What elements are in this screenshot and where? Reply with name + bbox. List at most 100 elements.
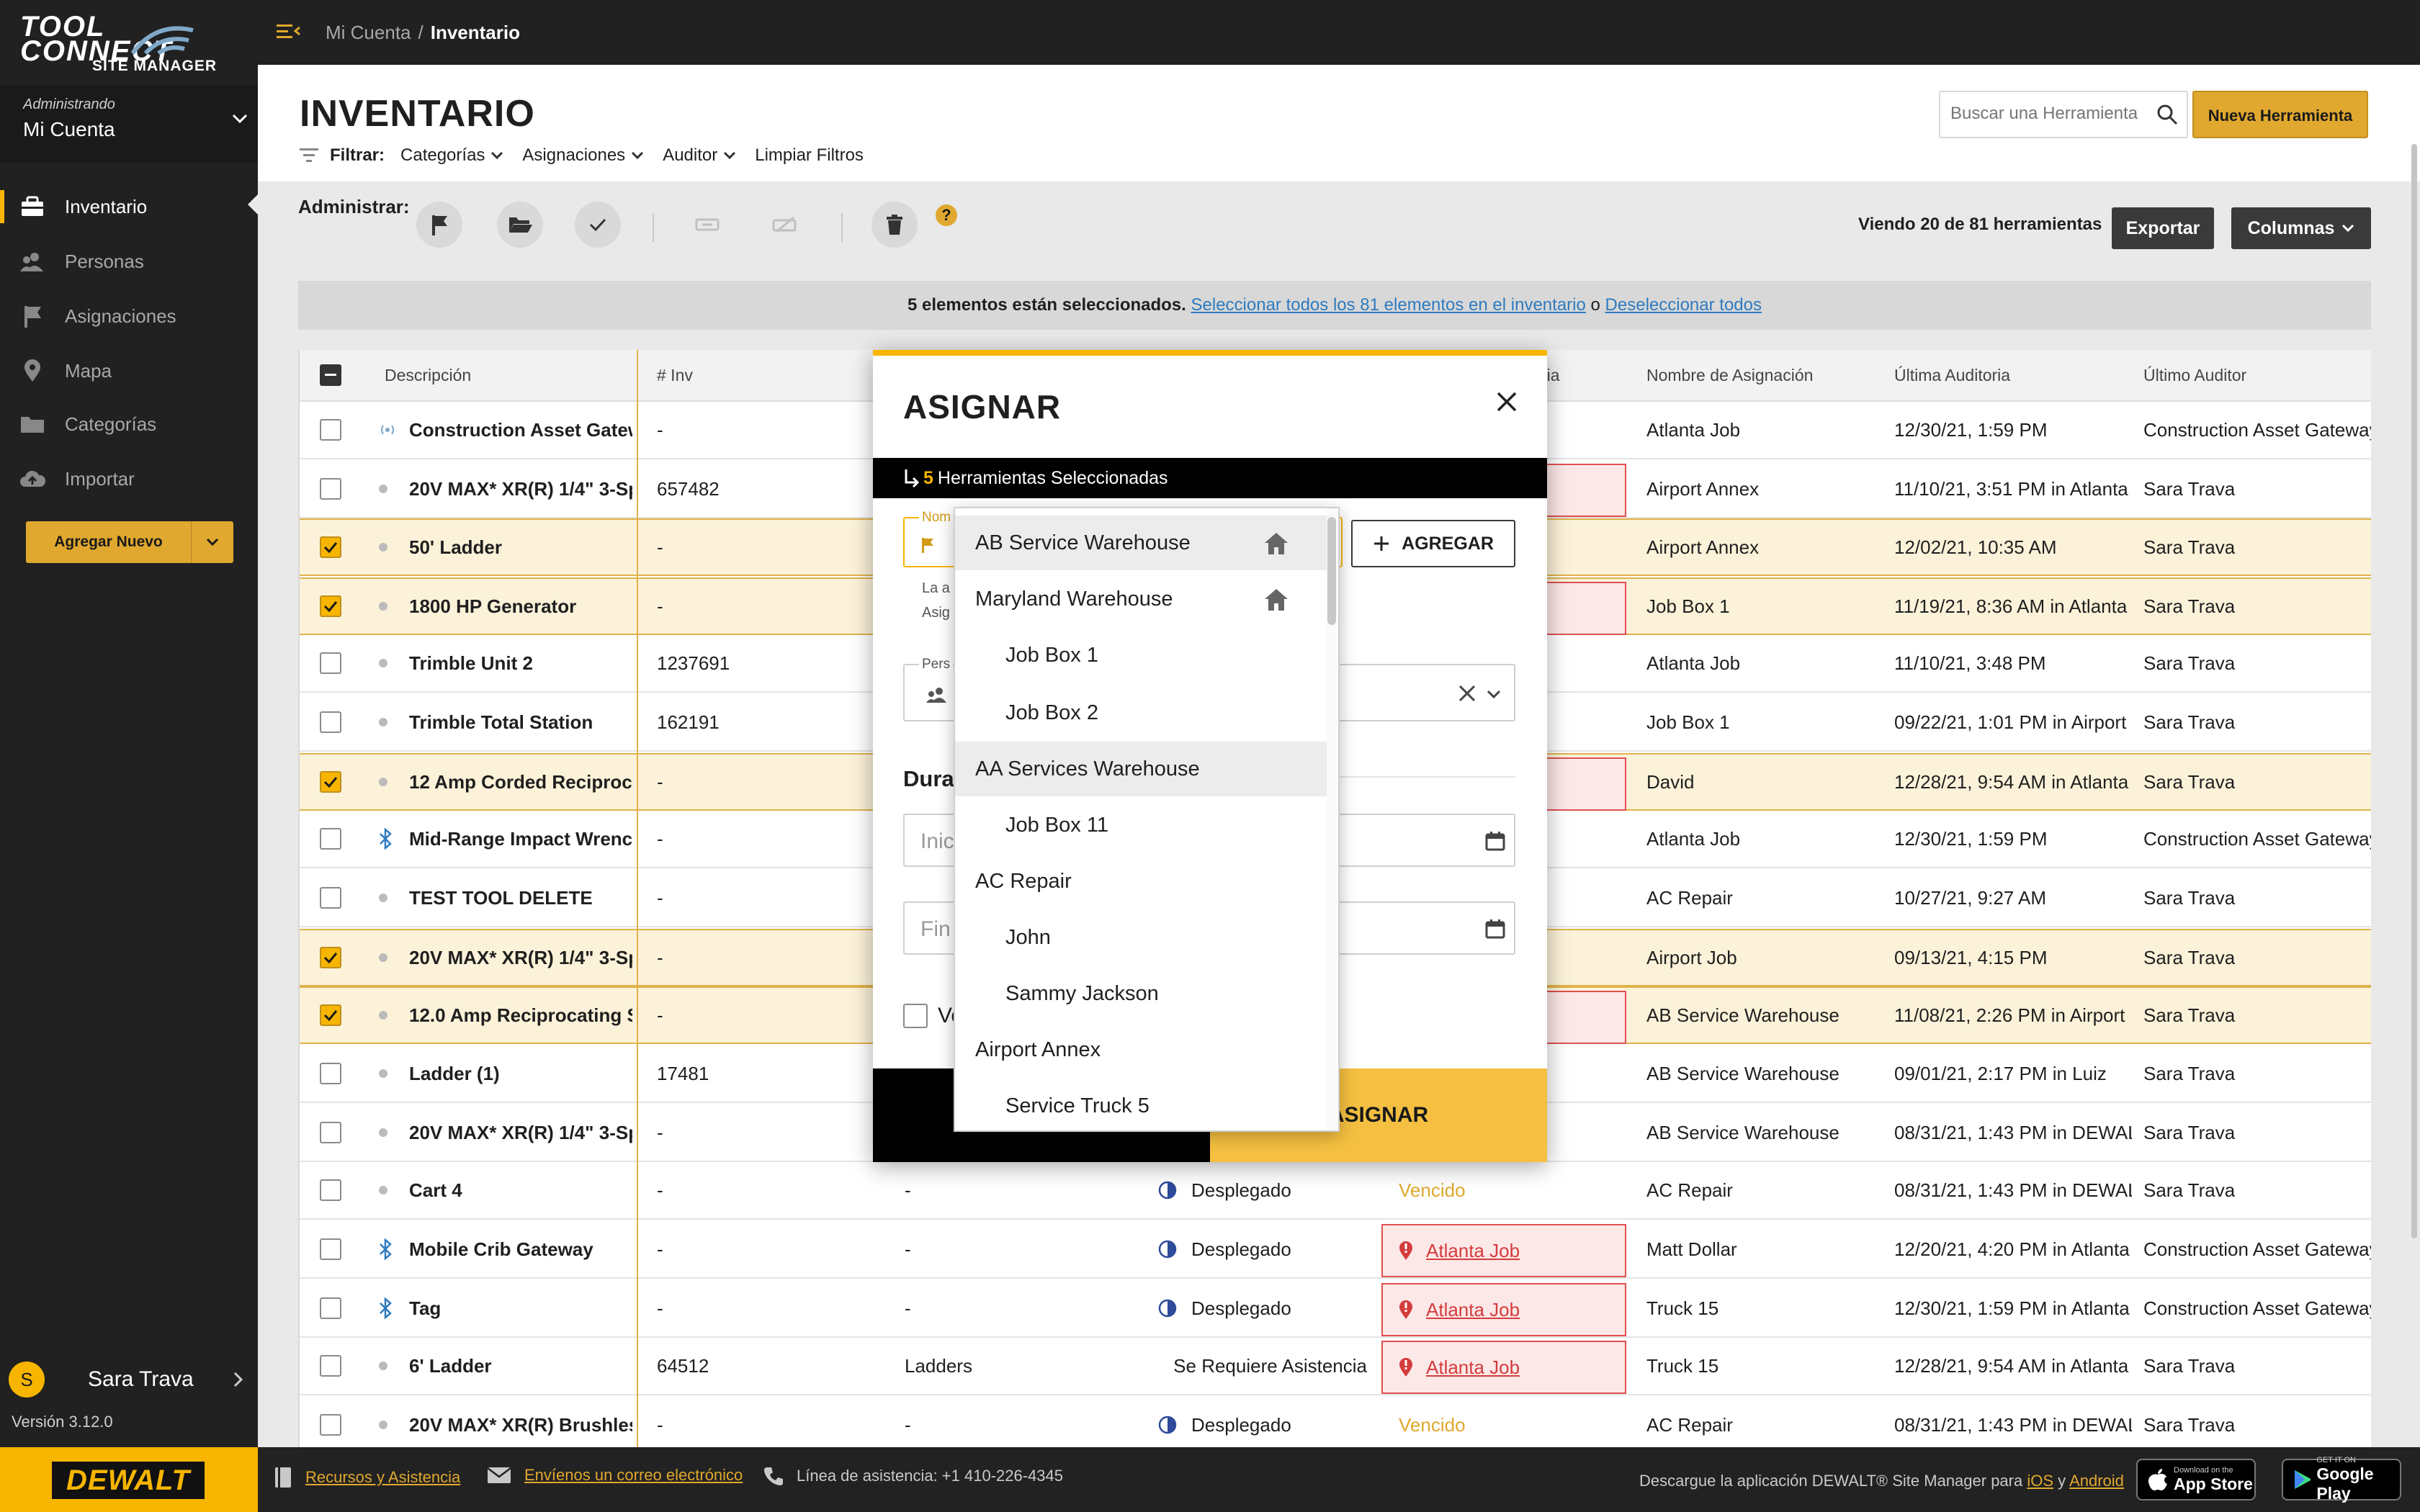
chevron-down-icon[interactable] <box>192 538 233 546</box>
search-icon[interactable] <box>2156 104 2178 125</box>
breadcrumb-parent[interactable]: Mi Cuenta <box>326 22 411 43</box>
sidebar-item-personas[interactable]: Personas <box>0 235 258 288</box>
tool-description[interactable]: 12.0 Amp Reciprocating Saw <box>409 988 632 1043</box>
tool-description[interactable]: 6' Ladder <box>409 1338 632 1394</box>
clear-icon[interactable] <box>1458 684 1476 703</box>
table-row[interactable]: 20V MAX* XR(R) Brushless - - Desplegado Venc… <box>300 1397 2371 1447</box>
dropdown-option[interactable]: AC Repair <box>955 854 1331 909</box>
dropdown-option[interactable]: Sammy Jackson <box>955 966 1331 1021</box>
dropdown-option[interactable]: Job Box 1 <box>955 628 1331 683</box>
columns-button[interactable]: Columnas <box>2231 207 2371 249</box>
sidebar-item-inventario[interactable]: Inventario <box>0 180 258 233</box>
email-link[interactable]: Envíenos un correo electrónico <box>524 1466 743 1485</box>
audit-check-button[interactable] <box>575 202 621 248</box>
app-store-badge[interactable]: Download on the App Store <box>2136 1459 2256 1500</box>
category-folder-button[interactable] <box>497 202 543 248</box>
search-input[interactable] <box>1950 104 2145 124</box>
search-box[interactable] <box>1939 91 2188 138</box>
dropdown-option[interactable]: Airport Annex <box>955 1022 1331 1077</box>
dropdown-option[interactable]: Job Box 11 <box>955 798 1331 852</box>
sidebar-item-importar[interactable]: Importar <box>0 452 258 505</box>
tool-description[interactable]: Mobile Crib Gateway <box>409 1221 632 1277</box>
unassign-button[interactable] <box>762 202 808 248</box>
add-new-button[interactable]: Agregar Nuevo <box>26 521 233 563</box>
filter-auditor[interactable]: Auditor <box>663 145 736 166</box>
row-checkbox[interactable] <box>320 1104 341 1161</box>
header-ultimo-auditor[interactable]: Último Auditor <box>2143 350 2246 400</box>
calendar-icon[interactable] <box>1485 831 1505 851</box>
row-checkbox[interactable] <box>320 1045 341 1102</box>
tool-description[interactable]: Ladder (1) <box>409 1045 632 1102</box>
tool-description[interactable]: 1800 HP Generator <box>409 579 632 634</box>
tool-description[interactable]: TEST TOOL DELETE <box>409 870 632 926</box>
dropdown-option[interactable]: AB Service Warehouse <box>955 516 1331 570</box>
select-all-link[interactable]: Seleccionar todos los 81 elementos en el… <box>1191 295 1586 315</box>
table-row[interactable]: Tag - - Desplegado Atlanta Job Truck 15 12/30/… <box>300 1280 2371 1338</box>
filter-asignaciones[interactable]: Asignaciones <box>522 145 644 166</box>
dropdown-option[interactable]: Job Box 2 <box>955 685 1331 740</box>
header-inv[interactable]: # Inv <box>657 350 693 400</box>
table-row[interactable]: 6' Ladder 64512 Ladders Se Requiere Asisten… <box>300 1338 2371 1395</box>
verify-checkbox[interactable] <box>903 1004 928 1028</box>
table-row[interactable]: Cart 4 - - Desplegado Vencido AC Repair 08/31/… <box>300 1162 2371 1220</box>
android-link[interactable]: Android <box>2069 1472 2124 1490</box>
tool-description[interactable]: Trimble Total Station <box>409 694 632 750</box>
sidebar-item-mapa[interactable]: Mapa <box>0 344 258 397</box>
location-alert[interactable]: Atlanta Job <box>1381 1283 1626 1336</box>
transfer-button[interactable] <box>684 202 730 248</box>
row-checkbox[interactable] <box>320 694 341 750</box>
tool-description[interactable]: Tag <box>409 1280 632 1336</box>
tool-description[interactable]: 50' Ladder <box>409 520 632 575</box>
select-all-checkbox[interactable] <box>320 350 341 400</box>
clear-filters-link[interactable]: Limpiar Filtros <box>755 145 864 166</box>
dropdown-option[interactable]: Service Truck 5 <box>955 1079 1331 1130</box>
ios-link[interactable]: iOS <box>2027 1472 2053 1490</box>
google-play-badge[interactable]: GET IT ON Google Play <box>2282 1456 2401 1503</box>
tool-description[interactable]: 12 Amp Corded Reciprocating <box>409 755 632 809</box>
delete-button[interactable] <box>871 202 918 248</box>
row-checkbox[interactable] <box>320 1280 341 1336</box>
header-ultima-auditoria[interactable]: Última Auditoria <box>1894 350 2010 400</box>
add-assignment-button[interactable]: AGREGAR <box>1351 520 1515 567</box>
row-checkbox[interactable] <box>320 461 341 517</box>
row-checkbox[interactable] <box>320 402 341 458</box>
tool-connect-logo[interactable]: TOOL CONNECT SITE MANAGER <box>20 12 222 74</box>
sidebar-item-categorias[interactable]: Categorías <box>0 397 258 451</box>
account-switcher[interactable]: Administrando Mi Cuenta <box>0 85 258 163</box>
tool-description[interactable]: 20V MAX* XR(R) Brushless <box>409 1397 632 1447</box>
row-checkbox[interactable] <box>320 520 341 575</box>
dropdown-option[interactable]: Maryland Warehouse <box>955 572 1331 626</box>
close-icon[interactable] <box>1495 390 1518 413</box>
tool-description[interactable]: 20V MAX* XR(R) 1/4" 3-Speed <box>409 930 632 985</box>
filter-categorias[interactable]: Categorías <box>400 145 503 166</box>
resources-link[interactable]: Recursos y Asistencia <box>305 1468 460 1487</box>
tool-description[interactable]: Construction Asset Gateway <box>409 402 632 458</box>
assignment-dropdown[interactable]: AB Service Warehouse Maryland Warehouse Jo… <box>954 507 1340 1132</box>
tool-description[interactable]: Mid-Range Impact Wrench <box>409 811 632 867</box>
sidebar-item-asignaciones[interactable]: Asignaciones <box>0 289 258 343</box>
tool-description[interactable]: 20V MAX* XR(R) 1/4" 3-Speed <box>409 461 632 517</box>
export-button[interactable]: Exportar <box>2112 207 2214 249</box>
header-descripcion[interactable]: Descripción <box>385 350 471 400</box>
new-tool-button[interactable]: Nueva Herramienta <box>2192 91 2368 138</box>
chevron-down-icon[interactable] <box>1487 690 1501 700</box>
row-checkbox[interactable] <box>320 635 341 691</box>
tool-description[interactable]: Trimble Unit 2 <box>409 635 632 691</box>
deselect-all-link[interactable]: Deseleccionar todos <box>1605 295 1762 315</box>
row-checkbox[interactable] <box>320 1397 341 1447</box>
menu-collapse-icon[interactable] <box>277 22 301 42</box>
row-checkbox[interactable] <box>320 870 341 926</box>
dropdown-option[interactable]: John <box>955 910 1331 965</box>
help-icon[interactable]: ? <box>936 204 957 226</box>
row-checkbox[interactable] <box>320 755 341 809</box>
row-checkbox[interactable] <box>320 930 341 985</box>
page-scrollbar[interactable] <box>2411 144 2417 1238</box>
header-asignacion[interactable]: Nombre de Asignación <box>1646 350 1813 400</box>
user-menu[interactable]: S Sara Trava <box>0 1354 258 1405</box>
tool-description[interactable]: Cart 4 <box>409 1162 632 1218</box>
row-checkbox[interactable] <box>320 988 341 1043</box>
location-alert[interactable]: Atlanta Job <box>1381 1224 1626 1277</box>
table-row[interactable]: Mobile Crib Gateway - - Desplegado Atlanta J… <box>300 1221 2371 1279</box>
assign-flag-button[interactable] <box>416 202 462 248</box>
row-checkbox[interactable] <box>320 1221 341 1277</box>
